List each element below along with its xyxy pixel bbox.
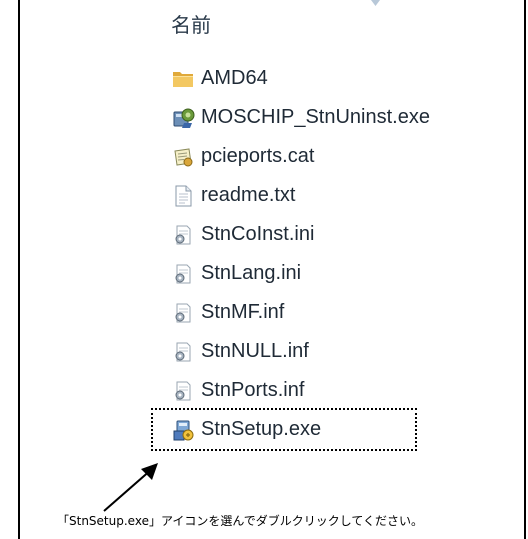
file-item-amd64[interactable]: AMD64 [171,59,511,98]
setup-info-file-icon [175,342,191,361]
file-item-stnlang-ini[interactable]: StnLang.ini [171,254,511,293]
text-file-icon [175,185,192,206]
sort-arrow-icon [371,0,380,6]
file-name: AMD64 [201,67,268,89]
file-item-stnsetup-exe[interactable]: StnSetup.exe [151,408,417,451]
installer-exe-icon [173,420,194,440]
setup-exe-icon [173,108,195,128]
file-name: StnCoInst.ini [201,223,315,245]
file-item-stnmf-inf[interactable]: StnMF.inf [171,293,511,332]
right-border-line [524,0,526,539]
file-name: StnMF.inf [201,301,285,323]
file-name: StnSetup.exe [201,418,322,440]
config-file-icon [175,225,191,244]
column-header-name[interactable]: 名前 [171,9,211,38]
left-border-line [18,0,20,539]
file-name: MOSCHIP_StnUninst.exe [201,106,430,128]
file-item-stnnull-inf[interactable]: StnNULL.inf [171,332,511,371]
file-name: readme.txt [201,184,296,206]
folder-icon [173,71,193,87]
file-item-stnports-inf[interactable]: StnPorts.inf [171,371,511,410]
file-name: StnLang.ini [201,262,302,284]
file-item-moschip-stnuninst[interactable]: MOSCHIP_StnUninst.exe [171,98,511,137]
config-file-icon [175,264,191,283]
instruction-caption: 「StnSetup.exe」アイコンを選んでダブルクリックしてください。 [57,514,424,528]
file-item-stncoinst-ini[interactable]: StnCoInst.ini [171,215,511,254]
setup-info-file-icon [175,303,191,322]
file-item-pcieports-cat[interactable]: pcieports.cat [171,137,511,176]
callout-arrow-icon [103,463,158,512]
setup-info-file-icon [175,381,191,400]
file-name: StnPorts.inf [201,379,305,401]
file-name: pcieports.cat [201,145,315,167]
file-list: AMD64 MOSCHIP_StnUninst.exe pcieports.ca… [151,59,511,451]
security-catalog-icon [174,147,193,166]
file-item-readme-txt[interactable]: readme.txt [171,176,511,215]
file-name: StnNULL.inf [201,340,309,362]
